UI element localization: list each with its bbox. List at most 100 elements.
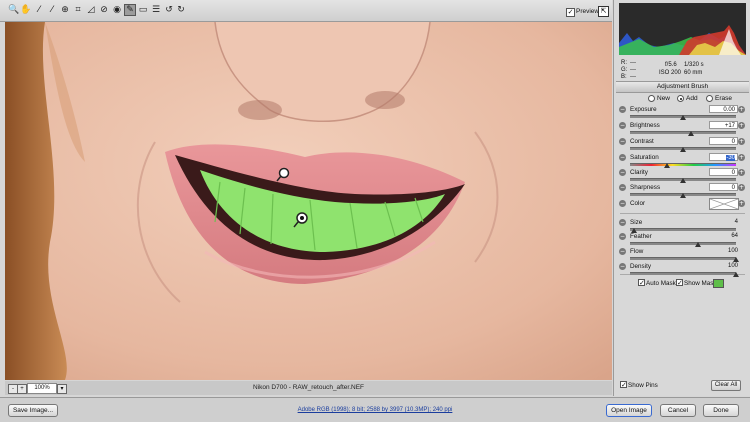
g-label: G: — [621, 67, 628, 73]
feather-slider-track[interactable] — [630, 242, 736, 245]
saturation-minus-icon[interactable]: − — [619, 154, 626, 161]
flow-label: Flow — [630, 248, 644, 255]
portrait-photo — [5, 22, 612, 380]
open-image-button[interactable]: Open Image — [606, 404, 652, 417]
workflow-options-link[interactable]: Adobe RGB (1998); 8 bit; 2588 by 3997 (1… — [225, 407, 525, 413]
brightness-plus-icon[interactable]: + — [738, 122, 745, 129]
clear-all-button[interactable]: Clear All — [711, 380, 741, 391]
spot-removal-icon[interactable]: ⊘ — [98, 4, 110, 16]
contrast-plus-icon[interactable]: + — [738, 138, 745, 145]
done-button[interactable]: Done — [703, 404, 739, 417]
color-minus-icon[interactable]: − — [619, 200, 626, 207]
fullscreen-toggle-icon[interactable]: ⇱ — [598, 6, 609, 17]
sharpness-plus-icon[interactable]: + — [738, 184, 745, 191]
size-label: Size — [630, 219, 643, 226]
clarity-slider-thumb[interactable] — [680, 178, 686, 183]
image-status-bar: - + 100% ▾ Nikon D700 - RAW_retouch_afte… — [5, 381, 612, 395]
exposure-plus-icon[interactable]: + — [738, 106, 745, 113]
zoom-icon[interactable]: 🔍 — [8, 4, 20, 16]
auto-mask-checkbox[interactable]: ✓ — [638, 279, 645, 287]
color-label: Color — [630, 200, 646, 207]
hand-icon[interactable]: ✋ — [20, 4, 32, 16]
color-plus-icon[interactable]: + — [738, 200, 745, 207]
size-minus-icon[interactable]: − — [619, 219, 626, 226]
r-value: --- — [630, 60, 636, 66]
mode-radio-erase[interactable] — [706, 95, 713, 102]
exposure-label: Exposure — [630, 106, 657, 113]
exposure-slider-thumb[interactable] — [680, 115, 686, 120]
brightness-minus-icon[interactable]: − — [619, 122, 626, 129]
clarity-plus-icon[interactable]: + — [738, 169, 745, 176]
feather-minus-icon[interactable]: − — [619, 233, 626, 240]
preview-checkbox[interactable]: ✓ — [566, 8, 575, 17]
saturation-slider-track[interactable] — [630, 163, 736, 166]
histogram — [619, 3, 746, 55]
density-minus-icon[interactable]: − — [619, 263, 626, 270]
saturation-label: Saturation — [630, 154, 659, 161]
saturation-value-text: -30 — [726, 155, 735, 161]
bottom-bar: Save Image... Adobe RGB (1998); 8 bit; 2… — [0, 397, 750, 422]
graduated-filter-icon[interactable]: ▭ — [137, 4, 149, 16]
sharpness-slider-thumb[interactable] — [680, 193, 686, 198]
feather-value[interactable]: 64 — [707, 233, 738, 239]
mode-radio-add[interactable] — [677, 95, 684, 102]
contrast-value[interactable]: 0 — [709, 137, 738, 145]
clarity-value[interactable]: 0 — [709, 168, 738, 176]
save-image-button[interactable]: Save Image... — [8, 404, 58, 417]
crop-icon[interactable]: ⌗ — [72, 4, 84, 16]
mode-radio-new[interactable] — [648, 95, 655, 102]
g-value: --- — [630, 67, 636, 73]
image-preview[interactable] — [5, 22, 612, 380]
clarity-minus-icon[interactable]: − — [619, 169, 626, 176]
show-pins-checkbox[interactable]: ✓ — [620, 381, 627, 389]
flow-slider-thumb[interactable] — [733, 257, 739, 262]
preview-label: Preview — [576, 8, 600, 15]
flow-slider-track[interactable] — [630, 257, 736, 260]
preferences-icon[interactable]: ☰ — [150, 4, 162, 16]
mask-color-swatch[interactable] — [713, 279, 724, 288]
clarity-label: Clarity — [630, 169, 648, 176]
rotate-left-icon[interactable]: ↺ — [163, 4, 175, 16]
contrast-minus-icon[interactable]: − — [619, 138, 626, 145]
white-balance-icon[interactable]: ⁄ — [33, 4, 45, 16]
aperture: f/5.6 — [665, 62, 677, 68]
saturation-plus-icon[interactable]: + — [738, 154, 745, 161]
brightness-value[interactable]: +17 — [709, 121, 738, 129]
targeted-adjustment-icon[interactable]: ⊕ — [59, 4, 71, 16]
color-swatch[interactable] — [709, 198, 739, 210]
contrast-label: Contrast — [630, 138, 654, 145]
red-eye-icon[interactable]: ◉ — [111, 4, 123, 16]
flow-value[interactable]: 100 — [707, 248, 738, 254]
focal-length: 60 mm — [684, 70, 703, 76]
brightness-slider-thumb[interactable] — [688, 131, 695, 136]
sharpness-minus-icon[interactable]: − — [619, 184, 626, 191]
sharpness-value[interactable]: 0 — [709, 183, 738, 191]
adjustment-panel: R: --- G: --- B: --- f/5.6 1/320 s ISO 2… — [613, 0, 750, 396]
exposure-minus-icon[interactable]: − — [619, 106, 626, 113]
density-value[interactable]: 100 — [707, 263, 738, 269]
saturation-value[interactable]: -30 — [709, 153, 738, 161]
feather-slider-thumb[interactable] — [694, 242, 701, 247]
adjustment-brush-icon[interactable]: ✎ — [124, 4, 136, 16]
filename-label: Nikon D700 - RAW_retouch_after.NEF — [252, 384, 365, 391]
size-value[interactable]: 4 — [707, 219, 738, 225]
exposure-value[interactable]: 0.00 — [709, 105, 738, 113]
panel-title: Adjustment Brush — [616, 81, 749, 93]
size-slider-track[interactable] — [630, 228, 736, 231]
brightness-label: Brightness — [630, 122, 660, 129]
density-slider-thumb[interactable] — [733, 272, 739, 277]
show-mask-checkbox[interactable]: ✓ — [676, 279, 683, 287]
color-sampler-icon[interactable]: ⁄ — [46, 4, 58, 16]
cancel-button[interactable]: Cancel — [660, 404, 696, 417]
rotate-right-icon[interactable]: ↻ — [175, 4, 187, 16]
r-label: R: — [621, 60, 627, 66]
saturation-slider-thumb[interactable] — [664, 163, 671, 168]
brightness-slider-track[interactable] — [630, 131, 736, 134]
shutter: 1/320 s — [684, 62, 704, 68]
flow-minus-icon[interactable]: − — [619, 248, 626, 255]
straighten-icon[interactable]: ◿ — [85, 4, 97, 16]
sharpness-label: Sharpness — [630, 184, 661, 191]
contrast-slider-thumb[interactable] — [680, 147, 686, 152]
mode-label-new: New — [657, 95, 671, 102]
density-slider-track[interactable] — [630, 272, 736, 275]
